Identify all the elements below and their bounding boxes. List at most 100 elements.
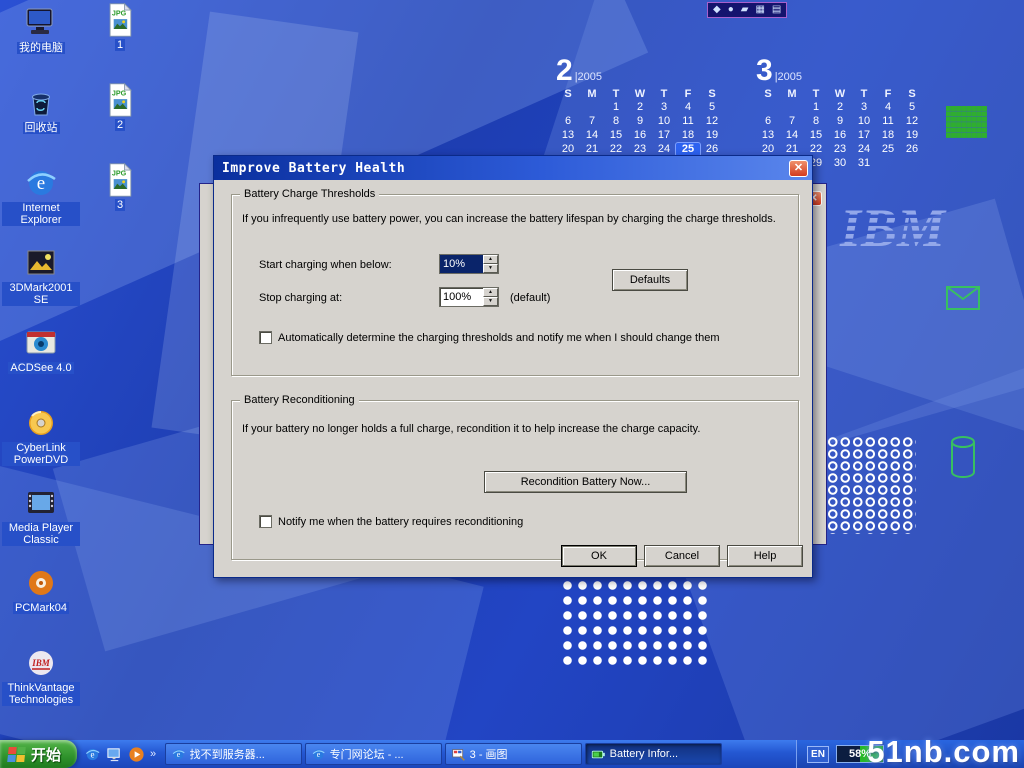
calendar-day: 19 [900, 129, 924, 142]
desktop-icon[interactable]: CyberLink PowerDVD [2, 405, 80, 485]
desktop-icon-label: 3DMark2001 SE [2, 282, 80, 306]
auto-determine-checkbox[interactable]: Automatically determine the charging thr… [259, 331, 719, 344]
help-button[interactable]: Help [727, 545, 803, 567]
desktop-icon[interactable]: 3DMark2001 SE [2, 245, 80, 325]
ie-icon[interactable]: e [84, 746, 101, 763]
recondition-battery-button[interactable]: Recondition Battery Now... [484, 471, 687, 493]
task-label: 找不到服务器... [190, 746, 265, 762]
spin-down-icon[interactable]: ▼ [483, 264, 498, 273]
calendar-day: 16 [828, 129, 852, 142]
calendar-day-header: M [780, 88, 804, 100]
desktop-icon[interactable]: 我的电脑 [2, 5, 80, 85]
battery-icon [591, 747, 606, 762]
cancel-button[interactable]: Cancel [644, 545, 720, 567]
desktop-icon[interactable]: ACDSee 4.0 [2, 325, 80, 405]
mpc-icon [24, 485, 58, 521]
spin-down-icon[interactable]: ▼ [483, 297, 498, 306]
start-charging-value[interactable]: 10% [440, 255, 483, 273]
calendar-day: 1 [604, 101, 628, 114]
spin-up-icon[interactable]: ▲ [483, 255, 498, 264]
desktop-file-icon[interactable]: JPG1 [92, 2, 148, 82]
calendar-day: 19 [700, 129, 724, 142]
jpg-file-icon: JPG [103, 82, 137, 118]
calendar-day: 12 [900, 115, 924, 128]
show-desktop-icon[interactable] [106, 746, 123, 763]
desktop-icon-label: ThinkVantage Technologies [2, 682, 80, 706]
desktop-icon-label: CyberLink PowerDVD [2, 442, 80, 466]
spin-up-icon[interactable]: ▲ [483, 288, 498, 297]
paint-icon [451, 747, 466, 762]
desktop-file-icon[interactable]: JPG3 [92, 162, 148, 242]
desktop-toolbar[interactable]: ◆ ● ▰ ▦ ▤ [707, 2, 787, 18]
calendar-day: 9 [628, 115, 652, 128]
calendar-day: 18 [876, 129, 900, 142]
defaults-button[interactable]: Defaults [612, 269, 688, 291]
default-note: (default) [510, 292, 550, 304]
start-charging-spinner[interactable]: 10% ▲▼ [439, 254, 499, 274]
calendar-day: 14 [780, 129, 804, 142]
calendar-day: 2 [628, 101, 652, 114]
calendar-day-header: W [628, 88, 652, 100]
battery-cylinder-icon [948, 434, 978, 485]
start-button[interactable]: 开始 [0, 740, 77, 768]
calendar-month: 3 [756, 54, 773, 87]
desktop-file-icon[interactable]: JPG2 [92, 82, 148, 162]
notify-reconditioning-checkbox[interactable]: Notify me when the battery requires reco… [259, 515, 523, 528]
checkbox-icon[interactable] [259, 515, 272, 528]
taskbar-task-button[interactable]: e专门网论坛 - ... [305, 743, 442, 765]
dots-pattern [814, 436, 916, 534]
desktop-icon[interactable]: 回收站 [2, 85, 80, 165]
ie-icon: e [311, 747, 326, 762]
checkbox-icon[interactable] [259, 331, 272, 344]
ok-button[interactable]: OK [561, 545, 637, 567]
desktop: ◆●▰▦▤ 2|2005SMTWTFS123456789101112131415… [0, 0, 1024, 768]
calendar-day: 10 [852, 115, 876, 128]
svg-text:JPG: JPG [112, 169, 127, 178]
stop-charging-value[interactable]: 100% [440, 288, 483, 306]
task-label: 3 - 画图 [470, 746, 508, 762]
doc-icon[interactable]: ▤ [772, 3, 781, 17]
calendar-day: 8 [604, 115, 628, 128]
dialog-titlebar[interactable]: Improve Battery Health ✕ [214, 156, 812, 180]
grid-icon[interactable]: ▦ [755, 3, 764, 17]
group-legend: Battery Charge Thresholds [240, 188, 379, 201]
jpg-file-icon: JPG [103, 2, 137, 38]
calendar-day-header: T [604, 88, 628, 100]
stop-charging-spinner[interactable]: 100% ▲▼ [439, 287, 499, 307]
pen-icon[interactable]: ▰ [741, 3, 749, 17]
taskbar-task-button[interactable]: Battery Infor... [585, 743, 722, 765]
desktop-icon[interactable]: PCMark04 [2, 565, 80, 645]
3dmark-icon [24, 245, 58, 281]
quick-launch: e» [77, 746, 163, 763]
media-player-icon[interactable] [128, 746, 145, 763]
calendar-day: 7 [580, 115, 604, 128]
plug-icon[interactable]: ◆ [713, 3, 721, 17]
calendar-day-header: W [828, 88, 852, 100]
calendar-day: 17 [852, 129, 876, 142]
thinkvantage-icon: IBM [24, 645, 58, 681]
calendar-day: 31 [852, 157, 876, 170]
task-label: Battery Infor... [610, 748, 678, 760]
svg-text:JPG: JPG [112, 9, 127, 18]
desktop-icon[interactable]: Media Player Classic [2, 485, 80, 565]
desktop-icons: 我的电脑回收站eInternet Explorer 3DMark2001 SE AC… [2, 5, 80, 725]
taskbar-task-button[interactable]: e找不到服务器... [165, 743, 302, 765]
language-indicator[interactable]: EN [807, 746, 829, 763]
calendar-day: 16 [628, 129, 652, 142]
calendar-day: 26 [900, 143, 924, 156]
calendar-month: 2 [556, 54, 573, 87]
spinner-buttons: ▲▼ [483, 288, 498, 306]
close-icon[interactable]: ✕ [789, 160, 808, 177]
desktop-icon[interactable]: eInternet Explorer [2, 165, 80, 245]
calendar-year: |2005 [775, 71, 802, 83]
speaker-icon[interactable]: ● [728, 3, 734, 17]
quick-launch-overflow-icon[interactable]: » [150, 748, 156, 760]
desktop-icon-label: Internet Explorer [2, 202, 80, 226]
calendar-day [556, 101, 580, 114]
taskbar-task-button[interactable]: 3 - 画图 [445, 743, 582, 765]
ibm-logo: IBM [838, 194, 980, 269]
calendar-day-header: T [852, 88, 876, 100]
desktop-icon[interactable]: IBMThinkVantage Technologies [2, 645, 80, 725]
calendar-day: 8 [804, 115, 828, 128]
envelope-icon [946, 286, 980, 315]
